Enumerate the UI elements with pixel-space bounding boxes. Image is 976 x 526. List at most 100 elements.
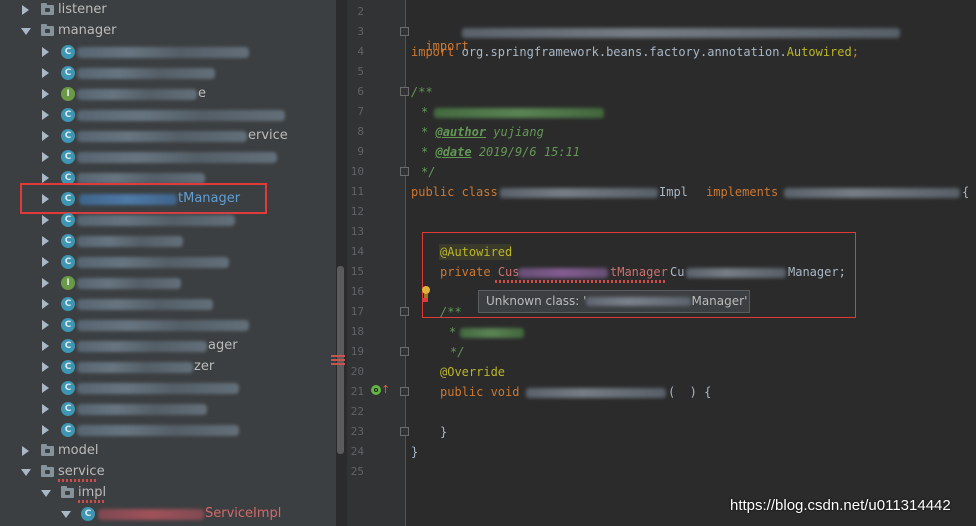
class-icon: C	[61, 255, 75, 269]
expand-arrow-icon[interactable]	[42, 173, 49, 183]
expand-arrow-icon[interactable]	[42, 425, 49, 435]
expand-arrow-icon[interactable]	[42, 236, 49, 246]
blurred-interface-name	[784, 188, 960, 198]
tree-folder-listener[interactable]: listener	[0, 0, 336, 21]
override-arrow-icon[interactable]: ↑	[381, 383, 390, 396]
tree-item-class[interactable]: C	[0, 315, 336, 336]
fold-toggle-icon[interactable]	[400, 87, 409, 96]
tree-item-class[interactable]: C	[0, 231, 336, 252]
fold-toggle-icon[interactable]	[400, 167, 409, 176]
expand-arrow-icon[interactable]	[22, 446, 29, 456]
expand-arrow-icon[interactable]	[42, 131, 49, 141]
blurred-class-name	[500, 188, 658, 198]
tree-item-class[interactable]: C	[0, 42, 336, 63]
fold-toggle-icon[interactable]	[400, 27, 409, 36]
collapse-arrow-icon[interactable]	[41, 490, 51, 497]
code-line-15[interactable]: private Cus	[440, 265, 520, 279]
collapse-arrow-icon[interactable]	[21, 28, 31, 35]
fold-toggle-icon[interactable]	[400, 307, 409, 316]
line-number: 22	[350, 405, 364, 418]
tree-item-service-impl[interactable]: C ServiceImpl	[0, 504, 336, 525]
fold-toggle-icon[interactable]	[400, 387, 409, 396]
code-line-10[interactable]: */	[421, 165, 435, 179]
expand-arrow-icon[interactable]	[42, 383, 49, 393]
code-line-19[interactable]: */	[450, 345, 464, 359]
unknown-class-tooltip: Unknown class: ' Manager'	[478, 290, 750, 313]
code-line-20[interactable]: @Override	[440, 365, 505, 379]
tree-item-class[interactable]: C	[0, 399, 336, 420]
tree-item-interface[interactable]: I	[0, 273, 336, 294]
expand-arrow-icon[interactable]	[42, 278, 49, 288]
line-number: 23	[350, 425, 364, 438]
expand-arrow-icon[interactable]	[42, 215, 49, 225]
tree-item-class[interactable]: C	[0, 420, 336, 441]
expand-arrow-icon[interactable]	[42, 362, 49, 372]
fold-toggle-icon[interactable]	[400, 427, 409, 436]
override-gutter-icon[interactable]: o	[371, 385, 381, 395]
project-tree: listener manager C C I e C C ervice C C …	[0, 0, 336, 526]
class-label-fragment: ervice	[248, 128, 288, 143]
lightbulb-icon[interactable]	[422, 286, 430, 298]
tree-item-class[interactable]: C	[0, 147, 336, 168]
blurred-class-name	[77, 110, 285, 121]
blurred-class-name	[98, 509, 204, 520]
class-icon: C	[61, 402, 75, 416]
expand-arrow-icon[interactable]	[42, 89, 49, 99]
code-line-18[interactable]: *	[449, 325, 456, 339]
tree-item-class[interactable]: C	[0, 378, 336, 399]
field-type-start: Cus	[497, 265, 520, 279]
tree-item-class[interactable]: C	[0, 252, 336, 273]
code-line-17[interactable]: /**	[440, 305, 462, 319]
expand-arrow-icon[interactable]	[42, 152, 49, 162]
code-line-14[interactable]: @Autowired	[440, 245, 512, 259]
code-line-11[interactable]: public class	[411, 185, 498, 199]
tree-folder-impl[interactable]: impl	[0, 483, 336, 504]
code-line-24[interactable]: }	[411, 445, 418, 459]
doc-star: *	[421, 125, 429, 139]
fold-toggle-icon[interactable]	[400, 347, 409, 356]
class-label-fragment: ServiceImpl	[205, 506, 282, 521]
expand-arrow-icon[interactable]	[22, 5, 29, 15]
tree-item-class[interactable]: C	[0, 105, 336, 126]
code-line-7[interactable]: *	[421, 105, 428, 119]
blurred-class-name	[77, 236, 183, 247]
expand-arrow-icon[interactable]	[42, 68, 49, 78]
class-label-fragment: ager	[208, 338, 238, 353]
package-icon	[41, 444, 54, 456]
package-icon	[61, 486, 74, 498]
collapse-arrow-icon[interactable]	[61, 511, 71, 518]
expand-arrow-icon[interactable]	[42, 299, 49, 309]
tree-item-class[interactable]: C	[0, 210, 336, 231]
blurred-class-name	[77, 152, 277, 163]
code-line-9[interactable]: * @date 2019/9/6 15:11	[421, 145, 580, 159]
tree-folder-service[interactable]: service	[0, 462, 336, 483]
class-icon: C	[61, 213, 75, 227]
tree-folder-model[interactable]: model	[0, 441, 336, 462]
expand-arrow-icon[interactable]	[42, 341, 49, 351]
blurred-class-name	[77, 68, 215, 79]
tree-item-class[interactable]: C ager	[0, 336, 336, 357]
error-stripe-icon[interactable]	[331, 355, 345, 367]
expand-arrow-icon[interactable]	[42, 110, 49, 120]
expand-arrow-icon[interactable]	[42, 320, 49, 330]
code-line-23[interactable]: }	[440, 425, 447, 439]
tree-item-class[interactable]: C ervice	[0, 126, 336, 147]
code-line-21[interactable]: public void	[440, 385, 519, 399]
class-icon: C	[61, 45, 75, 59]
tree-item-class[interactable]: C	[0, 63, 336, 84]
collapse-arrow-icon[interactable]	[21, 469, 31, 476]
field-type-end: tManager	[610, 265, 668, 279]
class-icon: C	[81, 507, 95, 521]
expand-arrow-icon[interactable]	[42, 404, 49, 414]
expand-arrow-icon[interactable]	[42, 257, 49, 267]
error-marker-icon	[423, 298, 428, 302]
code-line-4[interactable]: import org.springframework.beans.factory…	[411, 45, 859, 59]
code-line-6[interactable]: /**	[411, 85, 433, 99]
tree-folder-manager[interactable]: manager	[0, 21, 336, 42]
tree-item-class[interactable]: C	[0, 294, 336, 315]
tree-item-class[interactable]: C zer	[0, 357, 336, 378]
line-number: 6	[357, 85, 364, 98]
tree-item-interface[interactable]: I e	[0, 84, 336, 105]
expand-arrow-icon[interactable]	[42, 47, 49, 57]
code-line-8[interactable]: * @author yujiang	[421, 125, 544, 139]
